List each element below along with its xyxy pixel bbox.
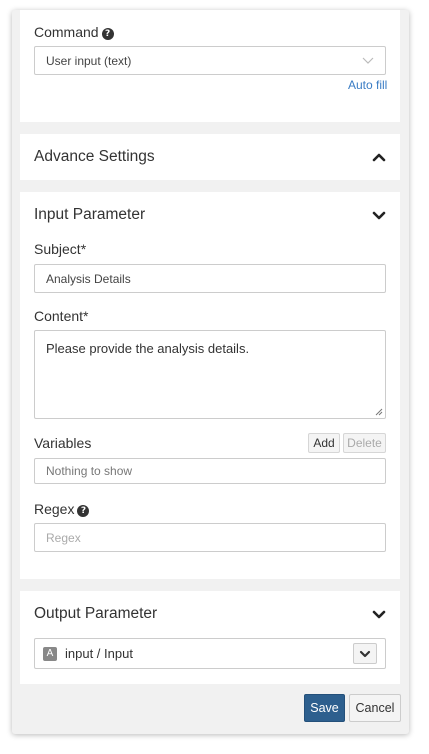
content-label: Content*: [34, 308, 89, 324]
question-circle-icon[interactable]: ?: [101, 28, 114, 40]
auto-fill-link[interactable]: Auto fill: [348, 78, 387, 92]
command-label: Command: [34, 24, 99, 40]
command-select[interactable]: User input (text): [34, 46, 386, 75]
chevron-down-icon[interactable]: [371, 607, 387, 623]
output-parameter-card: Output Parameter A input / Input: [20, 591, 400, 684]
regex-label-row: Regex?: [34, 501, 90, 517]
cancel-button[interactable]: Cancel: [349, 694, 401, 722]
output-item-main: A input / Input: [43, 646, 133, 661]
save-button[interactable]: Save: [304, 694, 345, 722]
input-parameter-card: Input Parameter Subject* Analysis Detail…: [20, 192, 400, 579]
advance-settings-title: Advance Settings: [34, 148, 155, 165]
regex-placeholder: Regex: [46, 530, 81, 545]
chevron-down-icon: [362, 57, 374, 64]
subject-input[interactable]: Analysis Details: [34, 264, 386, 293]
content-textarea[interactable]: Please provide the analysis details.: [34, 330, 386, 419]
variables-empty-text: Nothing to show: [46, 464, 133, 478]
delete-variable-button[interactable]: Delete: [343, 433, 386, 453]
command-select-value: User input (text): [46, 53, 132, 68]
command-label-row: Command?: [34, 24, 114, 40]
content-textarea-value: Please provide the analysis details.: [46, 341, 250, 356]
subject-input-value: Analysis Details: [46, 271, 131, 286]
dialog-panel: Command? User input (text) Auto fill Adv…: [12, 10, 409, 734]
text-type-icon: A: [43, 646, 57, 661]
variables-label: Variables: [34, 435, 92, 451]
command-card: Command? User input (text) Auto fill: [20, 10, 400, 122]
output-parameter-title: Output Parameter: [34, 605, 158, 622]
resize-handle-icon[interactable]: [375, 408, 383, 416]
regex-input[interactable]: Regex: [34, 523, 386, 552]
subject-label: Subject*: [34, 241, 87, 257]
chevron-up-icon[interactable]: [371, 149, 387, 165]
add-variable-button[interactable]: Add: [308, 433, 340, 453]
chevron-down-icon[interactable]: [371, 208, 387, 224]
output-item-label: input / Input: [65, 646, 133, 661]
output-item: A input / Input: [34, 638, 386, 669]
output-item-toggle[interactable]: [353, 643, 377, 664]
regex-label: Regex: [34, 501, 75, 517]
question-circle-icon[interactable]: ?: [77, 505, 90, 517]
variables-list: Nothing to show: [34, 458, 386, 484]
advance-settings-card[interactable]: Advance Settings: [20, 134, 400, 180]
chevron-down-icon: [359, 650, 371, 657]
input-parameter-title: Input Parameter: [34, 206, 146, 223]
